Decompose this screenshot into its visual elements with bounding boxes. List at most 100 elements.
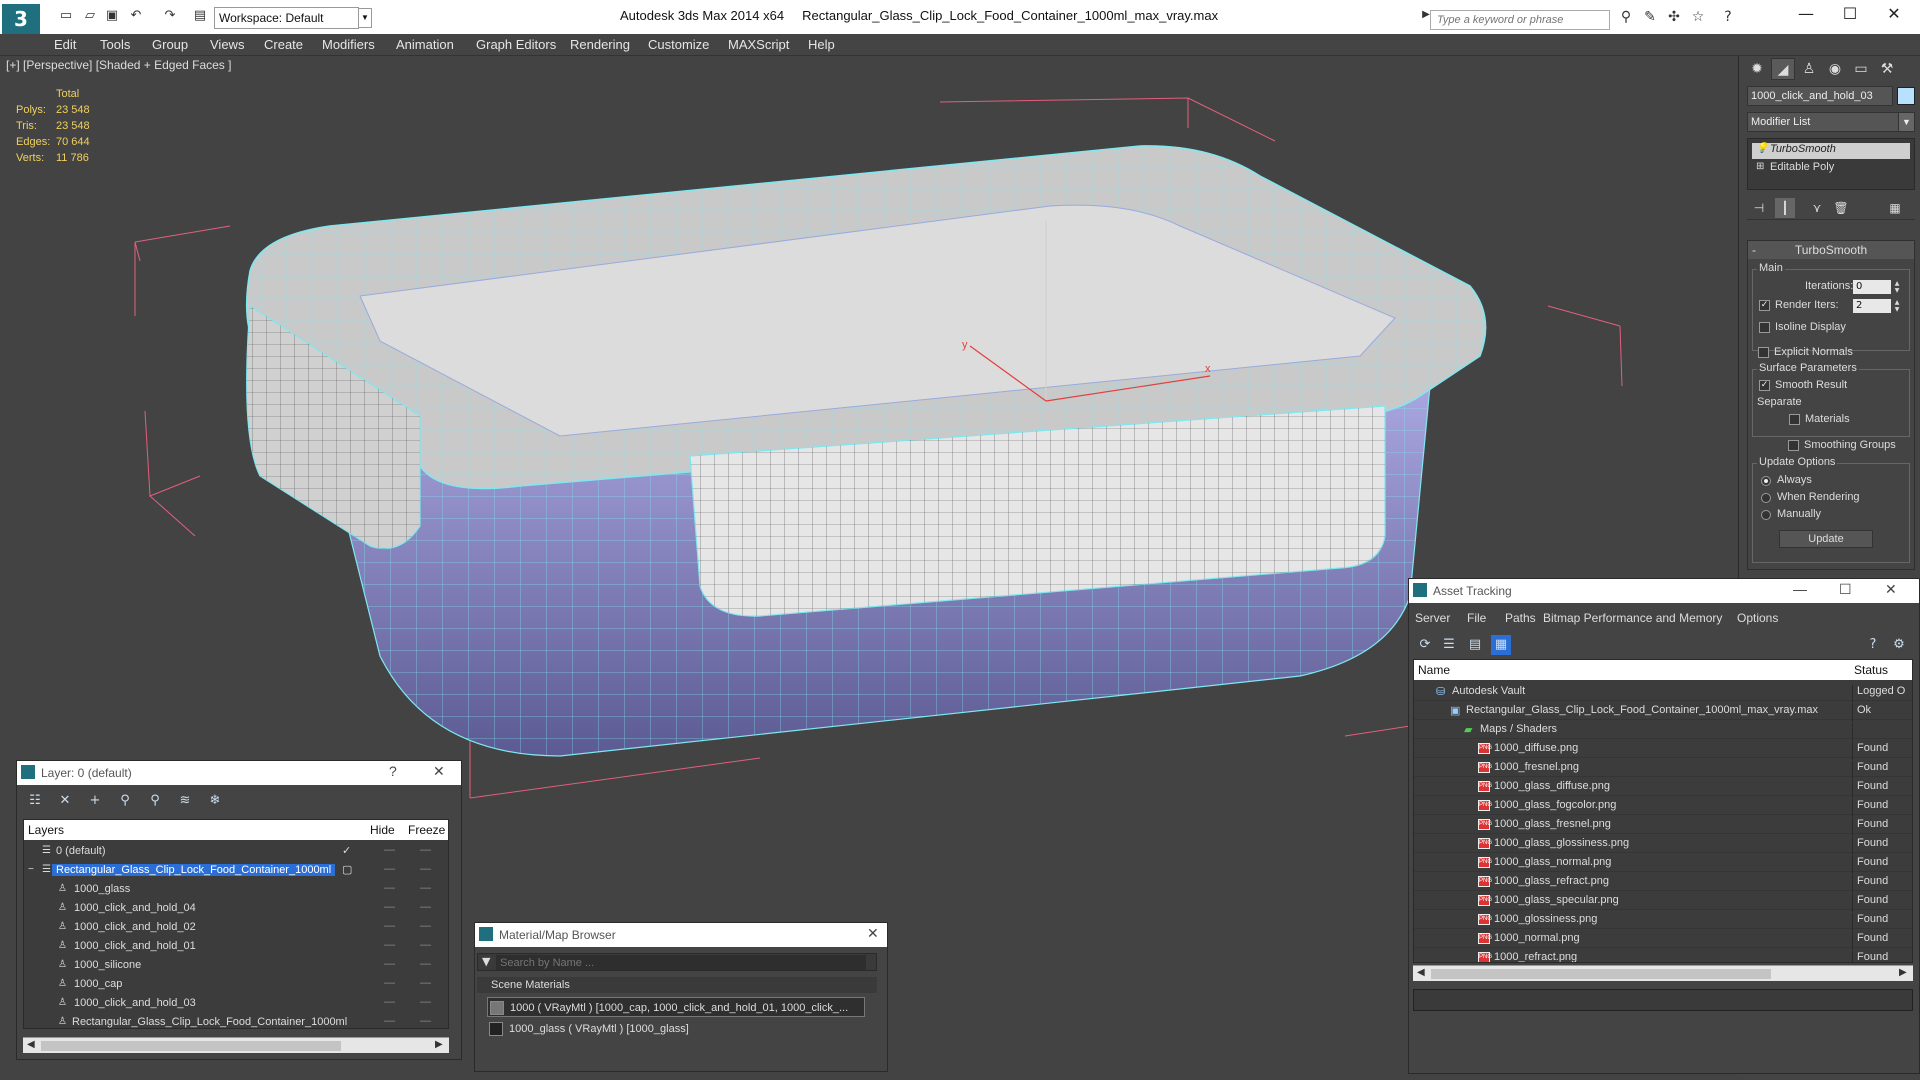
asset-row[interactable]: ⛁ Autodesk Vault Logged O	[1414, 682, 1912, 703]
scene-materials-section[interactable]: Scene Materials	[477, 977, 877, 993]
scroll-right-icon[interactable]: ▶	[1899, 967, 1907, 978]
subscription-icon[interactable]: ✣	[1664, 9, 1684, 29]
hide-toggle[interactable]: —	[384, 844, 395, 856]
highlight-layer-icon[interactable]: ⚲	[145, 791, 165, 811]
layer-row[interactable]: ♙ 1000_click_and_hold_02 — —	[24, 918, 448, 937]
always-radio[interactable]	[1761, 476, 1771, 486]
open-file-icon[interactable]: ▱	[80, 8, 100, 26]
settings-icon[interactable]: ⚙	[1889, 635, 1909, 655]
menu-bitmap-performance[interactable]: Bitmap Performance and Memory	[1543, 611, 1722, 625]
freeze-toggle[interactable]: —	[420, 977, 431, 989]
menu-tools[interactable]: Tools	[100, 37, 130, 52]
smooth-result-checkbox[interactable]: ✓	[1759, 380, 1770, 391]
thumbnail-view-icon[interactable]: ▤	[1465, 635, 1485, 655]
new-layer-icon[interactable]: ☷	[25, 791, 45, 811]
freeze-toggle[interactable]: —	[420, 958, 431, 970]
freeze-toggle[interactable]: —	[420, 863, 431, 875]
asset-row[interactable]: PNG 1000_glass_normal.png Found	[1414, 853, 1912, 874]
menu-modifiers[interactable]: Modifiers	[322, 37, 375, 52]
layer-panel-header[interactable]: Layer: 0 (default) ? ✕	[17, 761, 461, 785]
display-tab-icon[interactable]: ▭	[1849, 58, 1873, 80]
close-icon[interactable]: ✕	[1885, 581, 1897, 598]
freeze-toggle[interactable]: —	[420, 996, 431, 1008]
scroll-left-icon[interactable]: ◀	[1417, 967, 1425, 978]
hide-toggle[interactable]: —	[384, 920, 395, 932]
show-end-result-icon[interactable]: ┃	[1775, 198, 1795, 218]
expand-plus-icon[interactable]: ⊞	[1756, 161, 1764, 172]
utilities-tab-icon[interactable]: ⚒	[1875, 58, 1899, 80]
list-view-icon[interactable]: ☰	[1439, 635, 1459, 655]
render-iters-checkbox[interactable]: ✓	[1759, 300, 1770, 311]
redo-icon[interactable]: ↷	[160, 8, 180, 26]
asset-row[interactable]: PNG 1000_glossiness.png Found	[1414, 910, 1912, 931]
close-icon[interactable]: ✕	[433, 763, 445, 780]
hide-all-icon[interactable]: ≋	[175, 791, 195, 811]
asset-row[interactable]: PNG 1000_glass_fresnel.png Found	[1414, 815, 1912, 836]
layer-row[interactable]: ♙ Rectangular_Glass_Clip_Lock_Food_Contai…	[24, 1013, 448, 1028]
asset-row[interactable]: PNG 1000_glass_glossiness.png Found	[1414, 834, 1912, 855]
menu-group[interactable]: Group	[152, 37, 188, 52]
menu-options[interactable]: Options	[1737, 611, 1778, 625]
search-options-icon[interactable]: ▼	[482, 955, 490, 968]
manually-radio[interactable]	[1761, 510, 1771, 520]
menu-views[interactable]: Views	[210, 37, 244, 52]
col-status[interactable]: Status	[1854, 663, 1888, 677]
select-objects-icon[interactable]: ⚲	[115, 791, 135, 811]
close-icon[interactable]: ✕	[867, 925, 879, 942]
material-item[interactable]: 1000 ( VRayMtl ) [1000_cap, 1000_click_a…	[487, 997, 865, 1017]
remove-modifier-icon[interactable]: 🗑	[1831, 198, 1851, 218]
hide-toggle[interactable]: —	[384, 863, 395, 875]
stack-item-editable-poly[interactable]: ⊞ Editable Poly	[1752, 161, 1910, 177]
spinner-arrows-icon[interactable]: ▲ ▼	[1893, 280, 1901, 294]
smoothing-groups-checkbox[interactable]	[1788, 440, 1799, 451]
close-icon[interactable]: ✕	[1874, 4, 1914, 28]
new-file-icon[interactable]: ▭	[56, 8, 76, 26]
render-iters-spinner[interactable]: 2	[1853, 299, 1891, 313]
menu-edit[interactable]: Edit	[54, 37, 76, 52]
isoline-display-checkbox[interactable]	[1759, 322, 1770, 333]
material-browser-header[interactable]: Material/Map Browser ✕	[475, 923, 887, 947]
menu-graph-editors[interactable]: Graph Editors	[476, 37, 556, 52]
help-icon[interactable]: ?	[1718, 9, 1738, 29]
freeze-toggle[interactable]: —	[420, 939, 431, 951]
freeze-toggle[interactable]: —	[420, 882, 431, 894]
stack-item-turbosmooth[interactable]: 💡 TurboSmooth	[1752, 143, 1910, 159]
asset-row[interactable]: PNG 1000_glass_refract.png Found	[1414, 872, 1912, 893]
menu-file[interactable]: File	[1467, 611, 1486, 625]
layer-row[interactable]: ♙ 1000_click_and_hold_03 — —	[24, 994, 448, 1013]
refresh-icon[interactable]: ⟳	[1415, 635, 1435, 655]
col-name[interactable]: Name	[1418, 663, 1450, 677]
col-hide[interactable]: Hide	[370, 823, 395, 837]
menu-customize[interactable]: Customize	[648, 37, 709, 52]
app-logo-icon[interactable]: 3	[2, 4, 40, 34]
asset-row[interactable]: PNG 1000_refract.png Found	[1414, 948, 1912, 962]
asset-path-field[interactable]	[1413, 989, 1913, 1011]
collapse-minus-icon[interactable]: -	[1752, 241, 1756, 259]
hide-toggle[interactable]: —	[384, 958, 395, 970]
maximize-icon[interactable]: ☐	[1839, 581, 1852, 598]
rollout-header[interactable]: - TurboSmooth	[1748, 241, 1914, 259]
hierarchy-tab-icon[interactable]: ♙	[1797, 58, 1821, 80]
layer-row[interactable]: ♙ 1000_cap — —	[24, 975, 448, 994]
freeze-all-icon[interactable]: ❄	[205, 791, 225, 811]
hide-toggle[interactable]: —	[384, 882, 395, 894]
save-file-icon[interactable]: ▣	[102, 8, 122, 26]
asset-row[interactable]: PNG 1000_fresnel.png Found	[1414, 758, 1912, 779]
viewport-label[interactable]: [+] [Perspective] [Shaded + Edged Faces …	[6, 58, 231, 72]
add-to-layer-icon[interactable]: +	[85, 791, 105, 811]
asset-row[interactable]: PNG 1000_glass_fogcolor.png Found	[1414, 796, 1912, 817]
menu-server[interactable]: Server	[1415, 611, 1450, 625]
freeze-toggle[interactable]: —	[420, 920, 431, 932]
modify-tab-icon[interactable]: ◢	[1771, 58, 1795, 80]
help-icon[interactable]: ?	[1863, 635, 1883, 655]
chevron-down-icon[interactable]: ▼	[1898, 113, 1914, 131]
asset-row[interactable]: PNG 1000_glass_specular.png Found	[1414, 891, 1912, 912]
scroll-thumb[interactable]	[41, 1041, 341, 1051]
delete-layer-icon[interactable]: ✕	[55, 791, 75, 811]
explicit-normals-checkbox[interactable]	[1758, 347, 1769, 358]
asset-row[interactable]: PNG 1000_normal.png Found	[1414, 929, 1912, 950]
help-icon[interactable]: ?	[389, 763, 397, 779]
asset-row[interactable]: PNG 1000_diffuse.png Found	[1414, 739, 1912, 760]
material-item[interactable]: 1000_glass ( VRayMtl ) [1000_glass]	[487, 1019, 865, 1039]
freeze-toggle[interactable]: —	[420, 1015, 431, 1027]
